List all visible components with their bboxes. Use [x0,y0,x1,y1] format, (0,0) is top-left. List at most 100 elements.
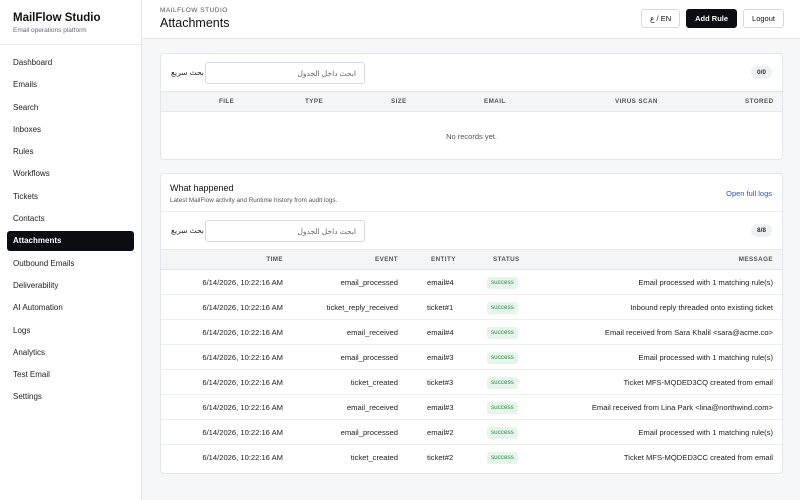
activity-card-header: What happened Latest MailFlow activity a… [161,174,782,212]
activity-title: What happened [170,183,234,193]
table-row[interactable]: 6/14/2026, 10:22:16 AM ticket_reply_recei… [161,295,782,320]
status-badge: success [487,277,518,289]
column-header-stored[interactable]: STORED [745,98,774,105]
sidebar-item-outbound-emails[interactable]: Outbound Emails [7,254,134,274]
sidebar-item-deliverability[interactable]: Deliverability [7,276,134,296]
activity-search-row: بحث سريع 8/8 [161,212,782,249]
table-row[interactable]: 6/14/2026, 10:22:16 AM ticket_created tick… [161,445,782,470]
sidebar-item-dashboard[interactable]: Dashboard [7,53,134,73]
row-entity: ticket#1 [427,303,454,312]
table-row[interactable]: 6/14/2026, 10:22:16 AM email_processed ema… [161,345,782,370]
row-message: Ticket MFS-MQDED3CQ created from email [623,378,773,387]
activity-card: What happened Latest MailFlow activity a… [160,173,783,474]
attachments-search-label: بحث سريع [171,68,204,77]
row-message: Inbound reply threaded onto existing tic… [630,303,773,312]
sidebar-item-contacts[interactable]: Contacts [7,209,134,229]
sidebar-item-emails[interactable]: Emails [7,75,134,95]
row-message: Email processed with 1 matching rule(s) [638,428,773,437]
row-time: 6/14/2026, 10:22:16 AM [202,453,283,462]
open-full-logs-link[interactable]: Open full logs [726,189,772,198]
attachments-search-input[interactable] [205,62,365,84]
row-message: Email processed with 1 matching rule(s) [638,278,773,287]
column-header-size[interactable]: SIZE [391,98,407,105]
sidebar-item-rules[interactable]: Rules [7,142,134,162]
sidebar-item-tickets[interactable]: Tickets [7,187,134,207]
sidebar-item-attachments[interactable]: Attachments [7,231,134,252]
table-row[interactable]: 6/14/2026, 10:22:16 AM email_processed ema… [161,270,782,295]
sidebar-item-analytics[interactable]: Analytics [7,343,134,363]
status-badge: success [487,377,518,389]
row-event: email_received [346,328,398,337]
sidebar-item-workflows[interactable]: Workflows [7,164,134,184]
row-entity: ticket#2 [427,453,454,462]
row-event: ticket_created [350,453,398,462]
row-entity: email#3 [427,353,454,362]
page-title: Attachments [160,16,230,30]
empty-state: No records yet. [446,132,497,141]
activity-search-label: بحث سريع [171,226,204,235]
activity-count-badge: 8/8 [750,224,772,237]
row-time: 6/14/2026, 10:22:16 AM [202,378,283,387]
column-header-message[interactable]: MESSAGE [739,256,773,263]
status-badge: success [487,302,518,314]
row-message: Email received from Lina Park <lina@nort… [591,403,773,412]
sidebar-item-search[interactable]: Search [7,98,134,118]
brand: MailFlow Studio Email operations platfor… [0,0,141,45]
column-header-event[interactable]: EVENT [375,256,398,263]
language-toggle-button[interactable]: ع / EN [640,9,681,28]
attachments-search-row: بحث سريع 0/0 [161,54,782,91]
logout-button[interactable]: Logout [743,9,784,28]
table-row[interactable]: 6/14/2026, 10:22:16 AM email_processed ema… [161,420,782,445]
column-header-virus-scan[interactable]: VIRUS SCAN [615,98,658,105]
status-badge: success [487,402,518,414]
sidebar-item-inboxes[interactable]: Inboxes [7,120,134,140]
sidebar-item-logs[interactable]: Logs [7,321,134,341]
status-badge: success [487,452,518,464]
table-row[interactable]: 6/14/2026, 10:22:16 AM ticket_created tick… [161,370,782,395]
attachments-count-badge: 0/0 [750,66,772,79]
column-header-status[interactable]: STATUS [493,256,520,263]
row-event: email_received [346,403,398,412]
row-event: email_processed [340,428,398,437]
sidebar-nav: Dashboard Emails Search Inboxes Rules Workflo… [0,45,141,407]
attachments-card: بحث سريع 0/0 FILE TYPE SIZE EMAIL VIRUS … [160,53,783,160]
activity-search-input[interactable] [205,220,365,242]
top-actions: ع / EN Add Rule Logout [640,9,784,28]
row-event: email_processed [340,353,398,362]
row-time: 6/14/2026, 10:22:16 AM [202,328,283,337]
activity-table-header: TIME EVENT ENTITY STATUS MESSAGE [161,249,782,270]
column-header-time[interactable]: TIME [266,256,283,263]
main-content: MAILFLOW STUDIO Attachments ع / EN Add R… [142,0,800,500]
row-time: 6/14/2026, 10:22:16 AM [202,428,283,437]
column-header-entity[interactable]: ENTITY [431,256,456,263]
column-header-file[interactable]: FILE [219,98,234,105]
sidebar-item-test-email[interactable]: Test Email [7,365,134,385]
table-row[interactable]: 6/14/2026, 10:22:16 AM email_received emai… [161,395,782,420]
status-badge: success [487,427,518,439]
row-time: 6/14/2026, 10:22:16 AM [202,403,283,412]
row-time: 6/14/2026, 10:22:16 AM [202,278,283,287]
row-event: email_processed [340,278,398,287]
topbar: MAILFLOW STUDIO Attachments ع / EN Add R… [142,0,800,39]
sidebar-item-settings[interactable]: Settings [7,387,134,407]
column-header-type[interactable]: TYPE [305,98,323,105]
page-eyebrow: MAILFLOW STUDIO [160,7,228,14]
row-time: 6/14/2026, 10:22:16 AM [202,353,283,362]
column-header-email[interactable]: EMAIL [484,98,506,105]
row-message: Email processed with 1 matching rule(s) [638,353,773,362]
add-rule-button[interactable]: Add Rule [686,9,738,28]
table-row[interactable]: 6/14/2026, 10:22:16 AM email_received emai… [161,320,782,345]
sidebar: MailFlow Studio Email operations platfor… [0,0,142,500]
row-entity: email#3 [427,403,454,412]
app-shell: MailFlow Studio Email operations platfor… [0,0,800,500]
activity-subtitle: Latest MailFlow activity and Runtime his… [170,197,338,204]
row-message: Email received from Sara Khalil <sara@ac… [604,328,773,337]
sidebar-item-ai-automation[interactable]: AI Automation [7,298,134,318]
row-event: ticket_created [350,378,398,387]
row-message: Ticket MFS-MQDED3CC created from email [623,453,773,462]
row-time: 6/14/2026, 10:22:16 AM [202,303,283,312]
status-badge: success [487,352,518,364]
attachments-table-header: FILE TYPE SIZE EMAIL VIRUS SCAN STORED [161,91,782,112]
brand-title: MailFlow Studio [13,12,101,24]
status-badge: success [487,327,518,339]
